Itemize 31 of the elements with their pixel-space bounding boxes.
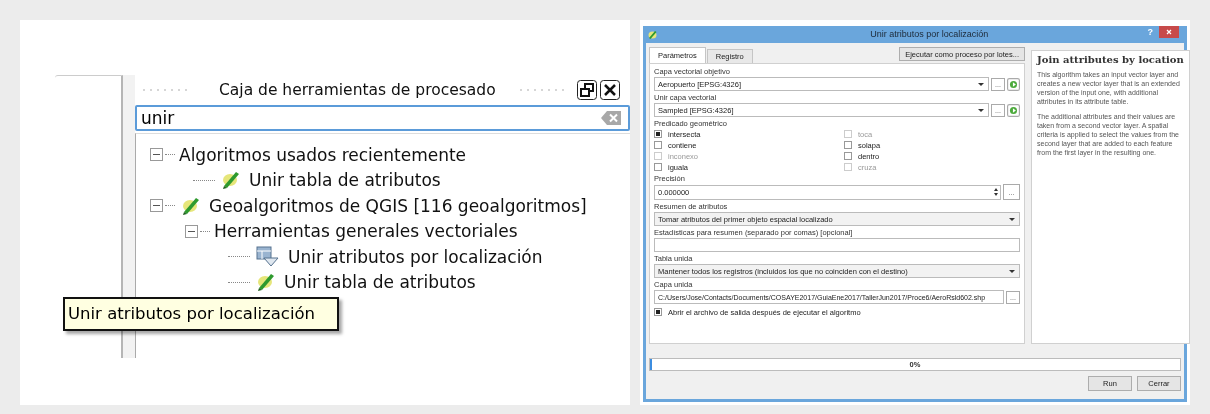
app-icon xyxy=(648,30,657,39)
tree-item[interactable]: Algoritmos usados recientemente xyxy=(179,144,467,165)
tree-item[interactable]: Unir tabla de atributos xyxy=(284,272,476,293)
collapse-icon[interactable] xyxy=(150,199,163,213)
table-funnel-icon xyxy=(256,245,280,268)
pencil-icon xyxy=(221,169,241,192)
tree-item[interactable]: Herramientas generales vectoriales xyxy=(214,221,518,242)
text-field[interactable] xyxy=(654,238,1020,252)
refresh-icon[interactable] xyxy=(1007,77,1020,91)
window-title: Unir atributos por localización xyxy=(869,28,990,41)
tooltip: Unir atributos por localización xyxy=(63,297,339,331)
pencil-icon xyxy=(256,271,276,294)
collapse-icon[interactable] xyxy=(150,148,163,162)
collapse-icon[interactable] xyxy=(185,224,198,238)
panel-title: Caja de herramientas de procesado xyxy=(219,81,496,99)
help-title: Join attributes by location xyxy=(1037,54,1184,65)
checkbox[interactable] xyxy=(654,130,662,138)
float-icon[interactable] xyxy=(576,80,597,100)
tree-item[interactable]: Unir tabla de atributos xyxy=(249,170,441,191)
tree-item[interactable]: Unir atributos por localización xyxy=(288,246,543,267)
checkbox[interactable] xyxy=(844,141,852,149)
refresh-icon[interactable] xyxy=(1007,103,1020,117)
search-field[interactable]: unir xyxy=(135,105,630,131)
checkbox[interactable] xyxy=(654,308,662,316)
checkbox[interactable] xyxy=(844,152,852,160)
close-icon[interactable] xyxy=(599,80,620,100)
tree-item[interactable]: Geoalgoritmos de QGIS [116 geoalgoritmos] xyxy=(209,195,587,216)
checkbox[interactable] xyxy=(654,163,662,171)
checkbox[interactable] xyxy=(654,141,662,149)
spin-arrows-icon xyxy=(994,188,998,196)
clear-icon xyxy=(600,110,622,126)
